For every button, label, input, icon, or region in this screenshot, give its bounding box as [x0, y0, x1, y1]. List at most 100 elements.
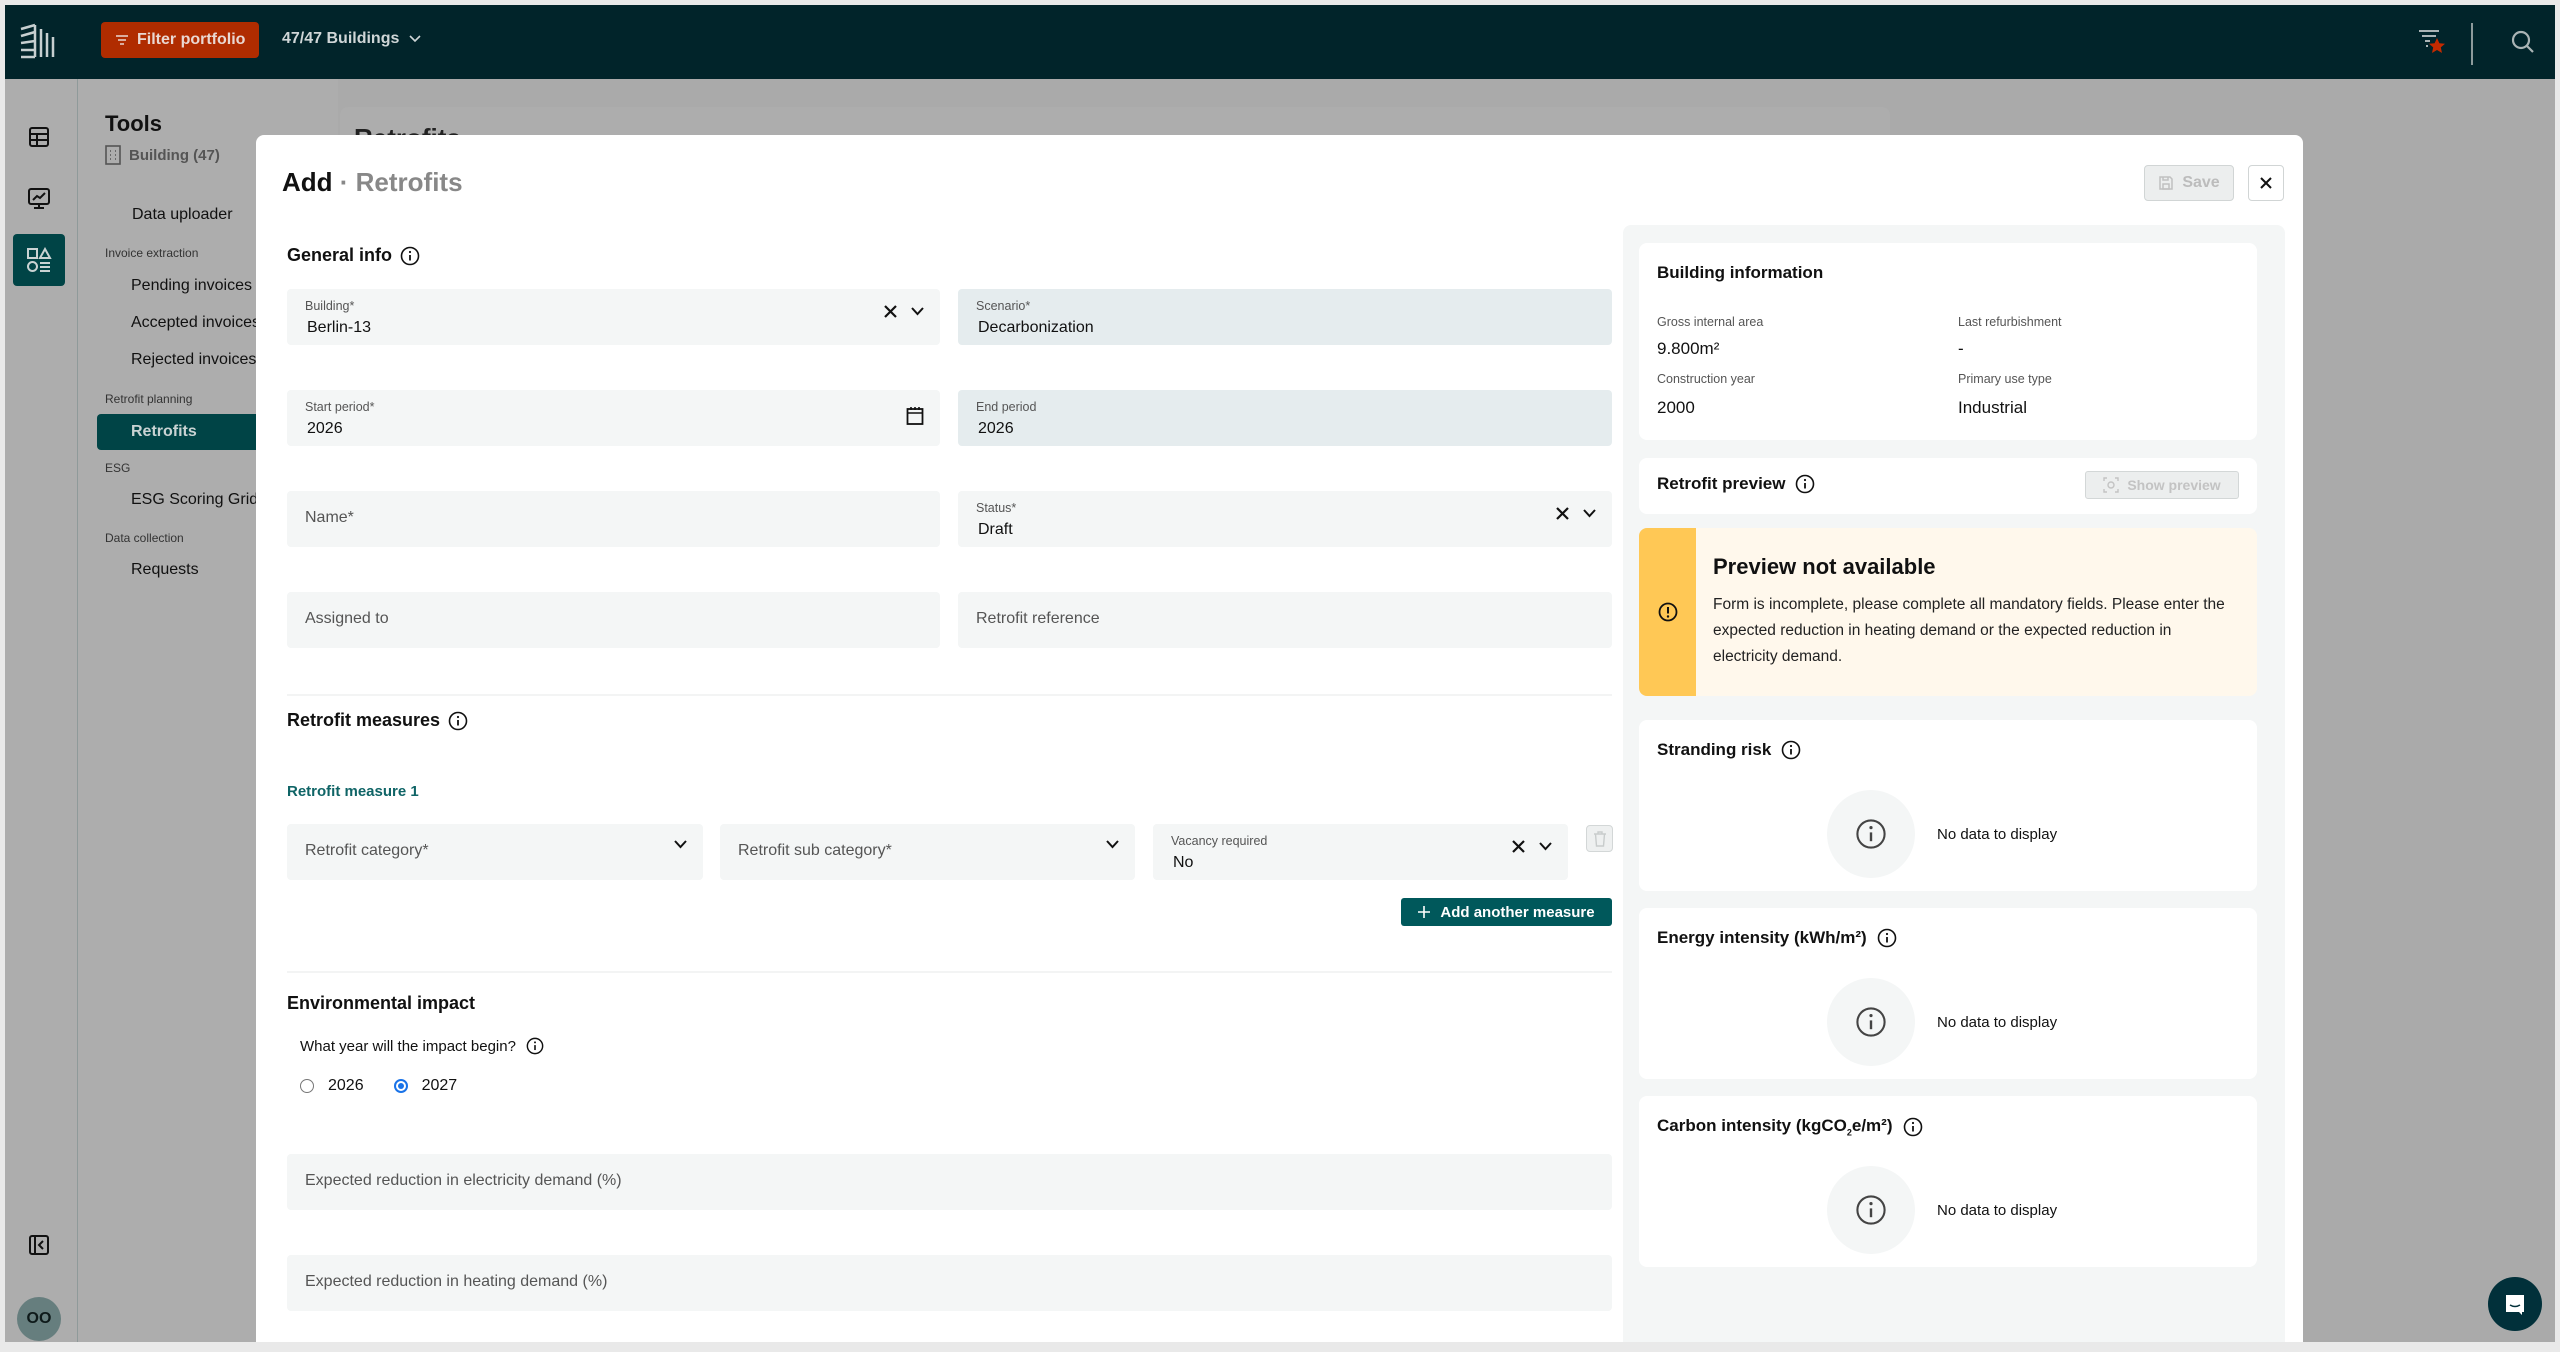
chevron-down-icon: [409, 35, 421, 43]
show-preview-label: Show preview: [2127, 477, 2221, 493]
info-icon[interactable]: [448, 711, 468, 731]
general-info-title: General info: [287, 245, 393, 265]
tools-item-pending-invoices[interactable]: Pending invoices: [131, 277, 252, 295]
name-input[interactable]: Name*: [287, 491, 940, 547]
support-chat-button[interactable]: [2488, 1277, 2542, 1331]
gross-internal-area-value: 9.800m²: [1657, 339, 1720, 358]
rail-item-tools[interactable]: [13, 234, 65, 286]
status-value: Draft: [978, 521, 1013, 538]
show-preview-button[interactable]: Show preview: [2085, 471, 2239, 499]
retrofit-sub-category-select[interactable]: Retrofit sub category*: [720, 824, 1135, 880]
retrofit-measure-title: Retrofit measure 1: [287, 783, 419, 800]
chevron-down-icon[interactable]: [1539, 842, 1552, 851]
tools-item-requests[interactable]: Requests: [131, 561, 199, 579]
assigned-to-input[interactable]: Assigned to: [287, 592, 940, 648]
save-label: Save: [2182, 174, 2220, 191]
clear-icon[interactable]: [1556, 507, 1569, 520]
chat-icon: [2506, 1295, 2524, 1315]
chevron-down-icon[interactable]: [1583, 509, 1596, 518]
start-period-label: Start period*: [305, 400, 375, 414]
status-select[interactable]: Status* Draft: [958, 491, 1612, 547]
search-icon[interactable]: [2508, 27, 2538, 57]
scenario-label: Scenario*: [976, 299, 1031, 313]
end-period-value: 2026: [978, 420, 1014, 437]
vacancy-required-select[interactable]: Vacancy required No: [1153, 824, 1568, 880]
clear-icon[interactable]: [1512, 840, 1525, 853]
info-icon[interactable]: [400, 246, 420, 266]
info-icon: [1856, 819, 1886, 849]
retrofit-category-select[interactable]: Retrofit category*: [287, 824, 703, 880]
filter-portfolio-label: Filter portfolio: [137, 31, 246, 48]
empty-state-text: No data to display: [1937, 1201, 2058, 1219]
preview-icon: [2103, 477, 2120, 493]
tools-shapes-icon: [27, 247, 52, 272]
user-avatar[interactable]: OO: [17, 1297, 61, 1341]
right-panel: Building information Gross internal area…: [1623, 225, 2285, 1342]
clear-icon[interactable]: [884, 305, 897, 318]
electricity-reduction-input[interactable]: Expected reduction in electricity demand…: [287, 1154, 1612, 1210]
warning-icon: [1658, 602, 1677, 622]
retrofit-sub-category-placeholder: Retrofit sub category*: [738, 842, 892, 859]
scenario-value: Decarbonization: [978, 319, 1094, 336]
warning-body: Form is incomplete, please complete all …: [1713, 596, 2225, 665]
tools-item-data-uploader[interactable]: Data uploader: [132, 206, 233, 224]
construction-year-label: Construction year: [1657, 372, 1755, 386]
preview-warning: Preview not available Form is incomplete…: [1639, 528, 2257, 696]
tools-item-rejected-invoices[interactable]: Rejected invoices: [131, 351, 256, 369]
delete-measure-button[interactable]: [1586, 825, 1613, 852]
empty-state: No data to display: [1827, 1166, 2057, 1254]
tools-group-label: Invoice extraction: [105, 246, 199, 260]
construction-year-value: 2000: [1657, 398, 1695, 417]
vacancy-required-label: Vacancy required: [1171, 834, 1268, 848]
assigned-to-placeholder: Assigned to: [305, 610, 389, 627]
impact-year-radio-group: 2026 2027: [300, 1077, 457, 1095]
empty-state: No data to display: [1827, 790, 2057, 878]
section-divider: [287, 971, 1612, 973]
building-select[interactable]: Building* Berlin-13: [287, 289, 940, 345]
electricity-reduction-placeholder: Expected reduction in electricity demand…: [305, 1172, 622, 1189]
radio-label: 2026: [328, 1077, 364, 1094]
building-information-card: Building information Gross internal area…: [1639, 243, 2257, 440]
info-icon[interactable]: [526, 1037, 544, 1055]
info-icon[interactable]: [1903, 1117, 1923, 1137]
radio-checked[interactable]: [393, 1079, 408, 1093]
filter-icon: [116, 35, 128, 45]
building-count[interactable]: Building (47): [105, 145, 220, 165]
chevron-down-icon[interactable]: [911, 307, 924, 316]
energy-intensity-title: Energy intensity (kWh/m²): [1657, 928, 1867, 947]
tools-item-esg-scoring-grid[interactable]: ESG Scoring Grid: [131, 491, 258, 509]
buildings-selector[interactable]: 47/47 Buildings: [282, 30, 421, 48]
stranding-risk-card: Stranding risk No data to display: [1639, 720, 2257, 891]
environmental-impact-heading: Environmental impact: [287, 993, 475, 1014]
rail-item-table[interactable]: [13, 111, 65, 163]
building-value: Berlin-13: [307, 319, 372, 336]
save-button[interactable]: Save: [2144, 165, 2234, 201]
add-retrofit-modal: Add · Retrofits Save General info Buildi…: [256, 135, 2303, 1342]
scenario-field: Scenario* Decarbonization: [958, 289, 1612, 345]
table-icon: [29, 127, 49, 147]
stranding-risk-heading: Stranding risk: [1657, 740, 1801, 760]
gross-internal-area-label: Gross internal area: [1657, 315, 1764, 329]
info-icon[interactable]: [1795, 474, 1815, 494]
rail-item-dashboard[interactable]: [13, 173, 65, 225]
close-icon: [2260, 177, 2272, 189]
impact-year-radio-2027[interactable]: 2027: [393, 1077, 457, 1095]
info-icon[interactable]: [1781, 740, 1801, 760]
calendar-icon[interactable]: [906, 406, 924, 426]
end-period-label: End period: [976, 400, 1037, 414]
carbon-intensity-heading: Carbon intensity (kgCO2e/m²): [1657, 1116, 1923, 1137]
retrofit-preview-heading: Retrofit preview: [1657, 474, 1815, 494]
info-icon[interactable]: [1877, 928, 1897, 948]
add-another-measure-button[interactable]: Add another measure: [1401, 898, 1612, 926]
favorite-filters-icon[interactable]: [2415, 25, 2447, 57]
impact-year-radio-2026[interactable]: 2026: [300, 1077, 364, 1095]
retrofit-reference-input[interactable]: Retrofit reference: [958, 592, 1612, 648]
heating-reduction-input[interactable]: Expected reduction in heating demand (%): [287, 1255, 1612, 1311]
start-period-field[interactable]: Start period* 2026: [287, 390, 940, 446]
tools-item-accepted-invoices[interactable]: Accepted invoices: [131, 314, 260, 332]
collapse-sidebar-button[interactable]: [13, 1219, 65, 1271]
app-logo-icon[interactable]: [17, 21, 61, 63]
radio-unchecked[interactable]: [300, 1079, 314, 1093]
close-button[interactable]: [2248, 165, 2284, 201]
filter-portfolio-button[interactable]: Filter portfolio: [101, 22, 259, 58]
